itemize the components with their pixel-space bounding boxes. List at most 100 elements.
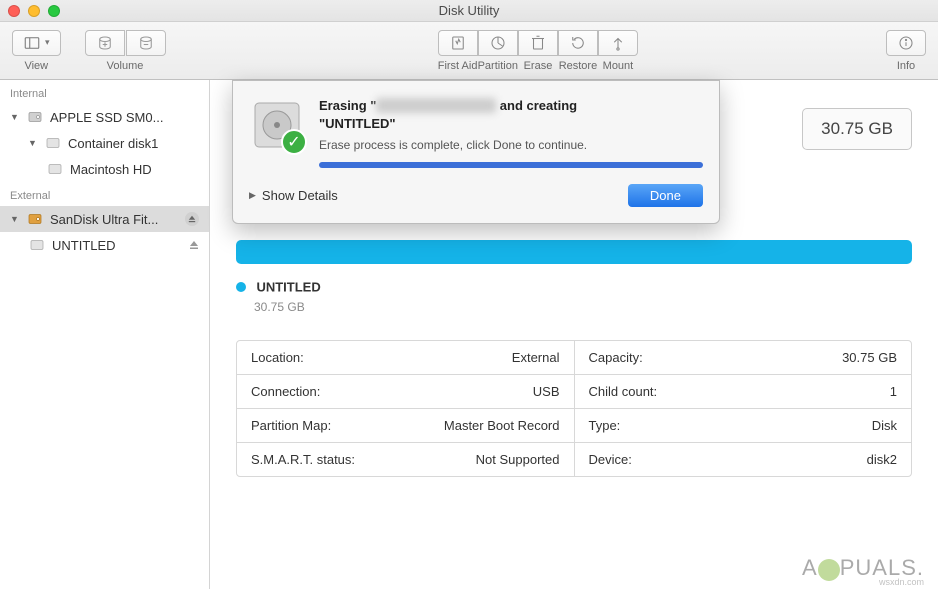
info-value: disk2 xyxy=(867,452,897,467)
info-label: Capacity: xyxy=(589,350,643,365)
sheet-subtitle: Erase process is complete, click Done to… xyxy=(319,138,703,152)
partition-label: Partition xyxy=(478,60,518,72)
sidebar-item-label: Container disk1 xyxy=(68,136,199,151)
info-row-smart: S.M.A.R.T. status: Not Supported xyxy=(237,443,574,476)
info-icon xyxy=(897,34,915,52)
info-row-capacity: Capacity: 30.75 GB xyxy=(575,341,912,375)
sidebar-item-label: UNTITLED xyxy=(52,238,183,253)
disclosure-triangle-icon[interactable]: ▼ xyxy=(10,214,20,224)
disclosure-triangle-icon[interactable]: ▼ xyxy=(28,138,38,148)
first-aid-label: First Aid xyxy=(438,60,478,72)
first-aid-button[interactable] xyxy=(438,30,478,56)
info-label: S.M.A.R.T. status: xyxy=(251,452,355,467)
sidebar-item-macintosh-hd[interactable]: Macintosh HD xyxy=(0,156,209,182)
info-value: 30.75 GB xyxy=(842,350,897,365)
info-label: Type: xyxy=(589,418,621,433)
info-label: Info xyxy=(897,60,915,72)
erase-complete-sheet: ✓ Erasing "________________ and creating… xyxy=(232,80,720,224)
container-disk-icon xyxy=(44,134,62,152)
mount-button[interactable] xyxy=(598,30,638,56)
info-label: Partition Map: xyxy=(251,418,331,433)
info-label: Child count: xyxy=(589,384,658,399)
checkmark-icon: ✓ xyxy=(281,129,307,155)
sidebar-item-label: Macintosh HD xyxy=(70,162,199,177)
watermark-url: wsxdn.com xyxy=(879,577,924,587)
usage-bar xyxy=(236,240,912,264)
sidebar: Internal ▼ APPLE SSD SM0... ▼ Container … xyxy=(0,80,210,589)
external-disk-icon xyxy=(26,210,44,228)
capacity-badge: 30.75 GB xyxy=(802,108,912,150)
volume-remove-icon xyxy=(137,34,155,52)
zoom-window-button[interactable] xyxy=(48,5,60,17)
minimize-window-button[interactable] xyxy=(28,5,40,17)
window-title: Disk Utility xyxy=(439,3,500,18)
info-button[interactable] xyxy=(886,30,926,56)
partition-icon xyxy=(489,34,507,52)
disclosure-triangle-icon[interactable]: ▼ xyxy=(10,112,20,122)
internal-disk-icon xyxy=(26,108,44,126)
done-button[interactable]: Done xyxy=(628,184,703,207)
info-row-device: Device: disk2 xyxy=(575,443,912,476)
watermark-icon xyxy=(818,559,840,581)
restore-icon xyxy=(569,34,587,52)
disk-large-icon: ✓ xyxy=(249,97,305,153)
info-row-child-count: Child count: 1 xyxy=(575,375,912,409)
mount-icon xyxy=(609,34,627,52)
partition-button[interactable] xyxy=(478,30,518,56)
legend-volume-size: 30.75 GB xyxy=(254,300,912,314)
info-table: Location: External Connection: USB Parti… xyxy=(236,340,912,477)
volume-remove-button[interactable] xyxy=(126,30,166,56)
erase-button[interactable] xyxy=(518,30,558,56)
sidebar-item-label: APPLE SSD SM0... xyxy=(50,110,199,125)
view-button[interactable]: ▾ xyxy=(12,30,61,56)
erase-label: Erase xyxy=(524,60,553,72)
legend-dot-icon xyxy=(236,282,246,292)
info-value: External xyxy=(512,350,560,365)
info-value: 1 xyxy=(890,384,897,399)
info-value: USB xyxy=(533,384,560,399)
info-label: Device: xyxy=(589,452,632,467)
info-value: Disk xyxy=(872,418,897,433)
eject-button[interactable] xyxy=(189,238,199,253)
info-row-partition-map: Partition Map: Master Boot Record xyxy=(237,409,574,443)
info-value: Not Supported xyxy=(476,452,560,467)
sheet-progress-bar xyxy=(319,162,703,168)
info-row-type: Type: Disk xyxy=(575,409,912,443)
mount-label: Mount xyxy=(603,60,634,72)
disclosure-triangle-icon: ▶ xyxy=(249,190,256,201)
sidebar-view-icon xyxy=(23,34,41,52)
sidebar-section-internal: Internal xyxy=(0,80,209,104)
volume-add-icon xyxy=(96,34,114,52)
view-label: View xyxy=(24,60,48,72)
show-details-label: Show Details xyxy=(262,188,338,203)
volume-add-button[interactable] xyxy=(85,30,125,56)
sidebar-item-sandisk[interactable]: ▼ SanDisk Ultra Fit... xyxy=(0,206,209,232)
info-label: Location: xyxy=(251,350,304,365)
first-aid-icon xyxy=(449,34,467,52)
window-titlebar: Disk Utility xyxy=(0,0,938,22)
sidebar-section-external: External xyxy=(0,182,209,206)
eject-icon xyxy=(188,215,196,223)
restore-label: Restore xyxy=(559,60,598,72)
external-volume-icon xyxy=(28,236,46,254)
erase-icon xyxy=(529,34,547,52)
info-row-location: Location: External xyxy=(237,341,574,375)
info-value: Master Boot Record xyxy=(444,418,560,433)
info-label: Connection: xyxy=(251,384,320,399)
restore-button[interactable] xyxy=(558,30,598,56)
sheet-title: Erasing "________________ and creating "… xyxy=(319,97,703,132)
sidebar-item-label: SanDisk Ultra Fit... xyxy=(50,212,179,227)
volume-label: Volume xyxy=(107,60,144,72)
eject-button[interactable] xyxy=(185,212,199,226)
sidebar-item-apple-ssd[interactable]: ▼ APPLE SSD SM0... xyxy=(0,104,209,130)
eject-icon xyxy=(189,240,199,250)
usage-legend: UNTITLED 30.75 GB xyxy=(236,278,912,314)
legend-volume-name: UNTITLED xyxy=(256,279,320,294)
volume-disk-icon xyxy=(46,160,64,178)
close-window-button[interactable] xyxy=(8,5,20,17)
info-row-connection: Connection: USB xyxy=(237,375,574,409)
sidebar-item-container[interactable]: ▼ Container disk1 xyxy=(0,130,209,156)
toolbar: ▾ View Volume First Aid Partition xyxy=(0,22,938,80)
sidebar-item-untitled[interactable]: UNTITLED xyxy=(0,232,209,258)
show-details-toggle[interactable]: ▶ Show Details xyxy=(249,188,338,203)
